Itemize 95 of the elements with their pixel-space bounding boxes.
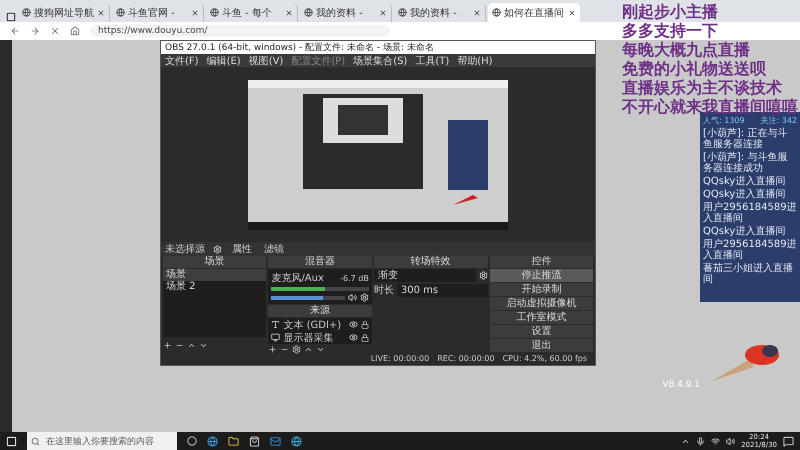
down-icon[interactable] [316, 345, 326, 354]
back-icon[interactable] [10, 26, 20, 36]
scene-item[interactable]: 场景 2 [163, 281, 266, 293]
search-icon [31, 436, 40, 446]
chat-message: 用户2956184589进入直播间 [703, 202, 797, 224]
globe-icon [492, 8, 501, 17]
chat-message: [小葫芦]: 与斗鱼服务器连接成功 [703, 152, 788, 174]
wifi-icon[interactable] [711, 436, 720, 446]
channel-reading: -6.7 dB [340, 274, 369, 282]
stop-icon[interactable] [50, 26, 60, 36]
overlay-caption: 每晚大概九点直播 [622, 40, 751, 59]
eye-icon[interactable] [348, 320, 358, 329]
folder-icon[interactable] [228, 436, 239, 446]
control-button[interactable]: 设置 [490, 325, 594, 338]
dock-title: 控件 [490, 256, 594, 268]
globe-icon[interactable] [207, 436, 218, 446]
overlay-caption: 不开心就来我直播间嘻嘻 [622, 97, 798, 116]
chat-stat: 人气: 1309 [703, 115, 745, 126]
text-icon [271, 320, 280, 329]
address-field[interactable]: https://www.douyu.com/ [90, 25, 390, 37]
control-button[interactable]: 开始录制 [490, 283, 594, 296]
menu-item[interactable]: 工具(T) [415, 54, 450, 68]
close-icon[interactable] [473, 8, 481, 16]
menu-item[interactable]: 文件(F) [165, 54, 199, 68]
chat-message: QQsky进入直播间 [703, 226, 786, 237]
home-icon[interactable] [70, 26, 80, 36]
notification-icon[interactable] [783, 436, 794, 446]
control-button[interactable]: 停止推流 [490, 269, 594, 282]
speaker-icon[interactable] [726, 436, 736, 446]
monitor-icon [271, 333, 280, 342]
window-title: OBS 27.0.1 (64-bit, windows) - 配置文件: 未命名 - 场景: 未命名 [161, 41, 595, 54]
close-icon[interactable] [285, 8, 293, 16]
duration-label: 时长 [374, 284, 394, 297]
forward-icon[interactable] [30, 26, 40, 36]
settings-icon[interactable] [360, 293, 369, 302]
menu-item[interactable]: 编辑(E) [206, 54, 241, 68]
volume-slider[interactable] [271, 296, 345, 300]
taskbar-search-field[interactable]: 在这里输入你要搜索的内容 [27, 432, 177, 450]
control-button[interactable]: 启动虚拟摄像机 [490, 297, 594, 310]
control-button[interactable]: 工作室模式 [490, 311, 594, 324]
browser-tab[interactable]: 如何在直播间 [488, 3, 580, 22]
globe-icon [398, 8, 407, 17]
source-name[interactable]: 文本 (GDI+) [283, 318, 346, 332]
no-source-label: 未选择源 [165, 242, 205, 256]
duration-field[interactable]: 300 ms [396, 284, 488, 296]
settings-icon[interactable] [213, 244, 222, 254]
source-name[interactable]: 显示器采集 [283, 330, 346, 344]
globe-icon [304, 8, 313, 17]
circle-icon[interactable] [187, 436, 197, 446]
dock-title: 转场特效 [374, 256, 488, 268]
close-icon[interactable] [191, 8, 199, 16]
settings-icon[interactable] [478, 271, 488, 280]
lock-icon[interactable] [360, 334, 369, 342]
globe-icon [210, 8, 219, 17]
control-button[interactable]: 退出 [490, 339, 594, 352]
globe-icon [22, 8, 31, 17]
chat-message: [小葫芦]: 正在与斗鱼服务器连接 [703, 128, 788, 150]
properties-button[interactable]: 属性 [230, 242, 254, 256]
overlay-caption: 免费的小礼物送送呗 [622, 59, 768, 78]
mail-icon[interactable] [270, 436, 281, 446]
speaker-icon[interactable] [348, 293, 357, 302]
add-icon[interactable] [268, 345, 278, 354]
up-icon[interactable] [304, 345, 314, 354]
lock-icon[interactable] [360, 320, 369, 328]
overlay-caption: 直播娱乐为主不谈技术 [622, 78, 783, 97]
channel-name: 麦克风/Aux [271, 272, 324, 285]
close-icon[interactable] [97, 8, 105, 16]
bag-icon[interactable] [249, 436, 260, 446]
chat-message: 蕃茄三小姐进入直播间 [703, 263, 794, 285]
dock-title: 来源 [268, 305, 372, 317]
menu-item[interactable]: 视图(V) [248, 54, 284, 68]
menu-item[interactable]: 帮助(H) [457, 54, 493, 68]
transition-select[interactable]: 渐变 [374, 269, 476, 282]
overlay-caption: 多多支持一下 [622, 21, 719, 40]
chat-stat: 关注: 342 [760, 115, 797, 126]
settings-icon[interactable] [292, 345, 302, 354]
mic-icon[interactable] [696, 436, 706, 446]
live-status: LIVE: 00:00:00 [370, 354, 430, 363]
close-icon[interactable] [379, 8, 387, 16]
dock-title: 混音器 [268, 256, 372, 268]
chat-message: QQsky进入直播间 [703, 176, 786, 187]
rec-status: REC: 00:00:00 [437, 354, 495, 363]
overlay-caption: 刚起步小主播 [622, 2, 719, 21]
eye-icon[interactable] [348, 333, 358, 342]
dock-title: 场景 [163, 256, 266, 268]
globe-icon[interactable] [291, 436, 302, 446]
chat-message: 用户2956184589进入直播间 [703, 239, 797, 261]
chat-message: QQsky进入直播间 [703, 189, 786, 200]
menu-item[interactable]: 场景集合(S) [353, 54, 408, 68]
globe-icon [116, 8, 125, 17]
cpu-status: CPU: 4.2%, 60.00 fps [502, 354, 587, 363]
filters-button[interactable]: 滤镜 [262, 242, 286, 256]
close-icon[interactable] [568, 8, 576, 16]
scene-item[interactable]: 场景 [163, 269, 266, 281]
add-icon[interactable] [163, 340, 172, 350]
